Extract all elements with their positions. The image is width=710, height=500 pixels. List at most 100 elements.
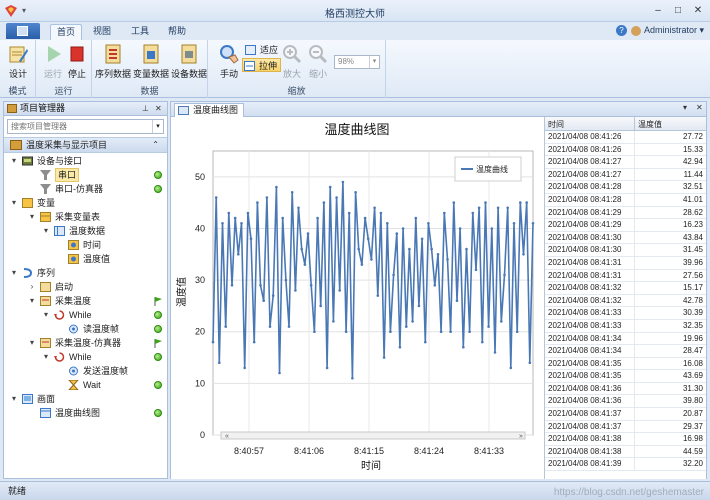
panel-close-icon[interactable]: ✕ (155, 102, 162, 115)
expand-icon[interactable]: ▾ (27, 210, 37, 224)
close-icon[interactable]: ✕ (689, 3, 707, 18)
manual-button[interactable]: 手动 (212, 42, 246, 82)
cell-temp-value: 32.51 (682, 182, 703, 192)
column-header-time[interactable]: 时间 (548, 119, 564, 130)
project-search-input[interactable] (8, 120, 148, 133)
stretch-button[interactable]: 拉伸 (242, 58, 282, 72)
data-point (252, 340, 256, 344)
data-point (398, 345, 402, 349)
column-divider (634, 433, 635, 446)
table-row[interactable]: 2021/04/08 08:41:30 31.45 (545, 244, 706, 257)
data-table-icon (54, 226, 65, 236)
sequence-data-button[interactable]: 序列数据 (94, 42, 132, 82)
column-divider (634, 156, 635, 169)
expand-icon[interactable]: ▾ (27, 294, 37, 308)
table-row[interactable]: 2021/04/08 08:41:35 43.69 (545, 370, 706, 383)
frame-icon (69, 324, 78, 334)
fit-button[interactable]: 适应 (244, 43, 278, 57)
table-row[interactable]: 2021/04/08 08:41:39 32.20 (545, 458, 706, 472)
data-point (319, 304, 322, 308)
table-row[interactable]: 2021/04/08 08:41:37 29.37 (545, 420, 706, 434)
table-row[interactable]: 2021/04/08 08:41:33 32.35 (545, 319, 706, 333)
tree-label: 串口 (55, 168, 80, 182)
device-data-button[interactable]: 设备数据 (170, 42, 208, 82)
chart-title: 温度曲线图 (324, 122, 389, 137)
zoom-in-label: 放大 (282, 69, 301, 79)
expand-icon[interactable]: ▾ (41, 308, 51, 322)
panel-pin-icon[interactable]: ⊥ (142, 102, 149, 115)
table-row[interactable]: 2021/04/08 08:41:28 41.01 (545, 193, 706, 207)
table-row[interactable]: 2021/04/08 08:41:31 39.96 (545, 256, 706, 270)
status-ok-icon (154, 185, 162, 193)
expand-icon[interactable]: ▾ (9, 392, 19, 406)
column-divider (634, 256, 635, 269)
column-divider (634, 269, 635, 282)
search-dropdown-icon[interactable]: ▾ (152, 120, 163, 133)
document-close-icon[interactable]: ✕ (696, 103, 703, 112)
data-point (509, 366, 513, 370)
project-manager-header: 项目管理器 ⊥ ✕ (4, 102, 167, 116)
table-row[interactable]: 2021/04/08 08:41:38 16.98 (545, 433, 706, 446)
expand-icon[interactable]: ▾ (9, 154, 19, 168)
manual-label: 手动 (219, 69, 238, 79)
variable-icon (68, 254, 79, 264)
data-point (370, 258, 373, 261)
data-point (338, 289, 341, 292)
table-row[interactable]: 2021/04/08 08:41:35 16.08 (545, 357, 706, 371)
table-row[interactable]: 2021/04/08 08:41:29 28.62 (545, 206, 706, 220)
table-row[interactable]: 2021/04/08 08:41:28 32.51 (545, 181, 706, 194)
data-point (519, 201, 522, 204)
design-button[interactable]: 设计 (1, 42, 35, 82)
expand-icon[interactable]: ▾ (9, 266, 19, 280)
expand-icon[interactable]: ▾ (27, 336, 37, 350)
collapse-icon[interactable]: ⌃ (152, 138, 159, 152)
cell-time: 2021/04/08 08:41:33 (548, 308, 622, 318)
tab-help[interactable]: 帮助 (163, 24, 191, 40)
tab-view[interactable]: 视图 (88, 24, 116, 40)
table-row[interactable]: 2021/04/08 08:41:26 15.33 (545, 143, 706, 157)
table-row[interactable]: 2021/04/08 08:41:38 44.59 (545, 445, 706, 459)
help-icon[interactable]: ? (615, 25, 627, 37)
expand-icon[interactable]: ▾ (41, 224, 51, 238)
data-point (474, 268, 478, 272)
screen-icon (178, 106, 189, 115)
maximize-icon[interactable]: □ (669, 3, 687, 18)
expand-icon[interactable]: ▾ (9, 196, 19, 210)
document-tab-temp-chart[interactable]: 温度曲线图 (174, 103, 245, 117)
table-row[interactable]: 2021/04/08 08:41:32 15.17 (545, 282, 706, 295)
expand-icon[interactable]: ▾ (41, 350, 51, 364)
tab-list-dropdown-icon[interactable]: ▾ (683, 103, 687, 112)
zoom-out-button[interactable]: 缩小 (304, 42, 332, 82)
user-menu[interactable]: ? Administrator ▾ (615, 25, 704, 37)
cell-temp-value: 27.72 (682, 132, 703, 141)
stop-button[interactable]: 停止 (60, 42, 94, 82)
table-row[interactable]: 2021/04/08 08:41:33 30.39 (545, 307, 706, 320)
table-row[interactable]: 2021/04/08 08:41:27 42.94 (545, 156, 706, 169)
table-row[interactable]: 2021/04/08 08:41:34 28.47 (545, 345, 706, 358)
project-header[interactable]: 温度采集与显示项目 ⌃ (4, 137, 167, 153)
ribbon-group-zoom: 手动 适应 拉伸 放大 缩小 98% ▾ 缩放 (208, 40, 386, 98)
tab-home[interactable]: 首页 (50, 24, 82, 40)
data-point (386, 222, 389, 225)
table-row[interactable]: 2021/04/08 08:41:29 16.23 (545, 219, 706, 232)
table-row[interactable]: 2021/04/08 08:41:26 27.72 (545, 131, 706, 144)
tab-tools[interactable]: 工具 (126, 24, 154, 40)
table-row[interactable]: 2021/04/08 08:41:32 42.78 (545, 294, 706, 308)
file-menu-button[interactable] (6, 23, 40, 39)
zoom-in-button[interactable]: 放大 (278, 42, 306, 82)
x-tick-label: 8:41:33 (474, 446, 504, 456)
minimize-icon[interactable]: – (649, 3, 667, 18)
zoom-level-select[interactable]: 98% ▾ (334, 55, 380, 69)
table-row[interactable]: 2021/04/08 08:41:36 39.80 (545, 395, 706, 409)
collapsed-icon[interactable]: › (27, 280, 37, 294)
table-row[interactable]: 2021/04/08 08:41:30 43.84 (545, 231, 706, 245)
column-header-temp[interactable]: 温度值 (638, 119, 662, 130)
table-row[interactable]: 2021/04/08 08:41:27 11.44 (545, 168, 706, 182)
data-point (515, 330, 519, 333)
table-row[interactable]: 2021/04/08 08:41:34 19.96 (545, 332, 706, 346)
project-icon (10, 140, 22, 150)
table-row[interactable]: 2021/04/08 08:41:37 20.87 (545, 408, 706, 421)
table-row[interactable]: 2021/04/08 08:41:31 27.56 (545, 269, 706, 283)
variable-data-button[interactable]: 变量数据 (132, 42, 170, 82)
table-row[interactable]: 2021/04/08 08:41:36 31.30 (545, 382, 706, 396)
